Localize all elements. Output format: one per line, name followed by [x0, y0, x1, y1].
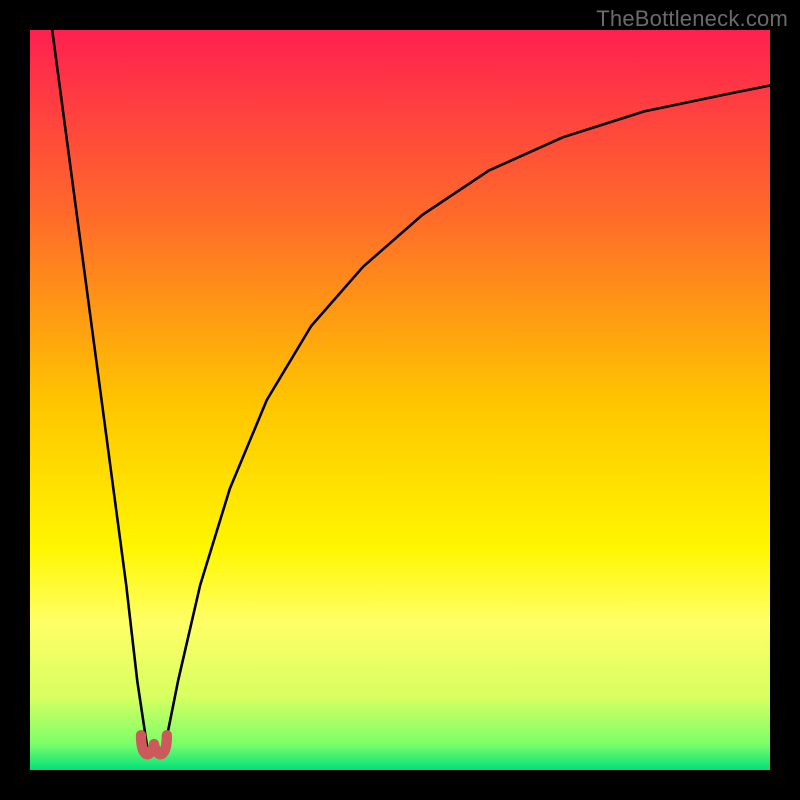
- watermark-text: TheBottleneck.com: [596, 6, 788, 32]
- curve-layer: [30, 30, 770, 770]
- chart-frame: TheBottleneck.com: [0, 0, 800, 800]
- curve-right-branch: [163, 86, 770, 756]
- plot-area: [30, 30, 770, 770]
- min-marker: [141, 735, 167, 754]
- curve-left-branch: [52, 30, 148, 755]
